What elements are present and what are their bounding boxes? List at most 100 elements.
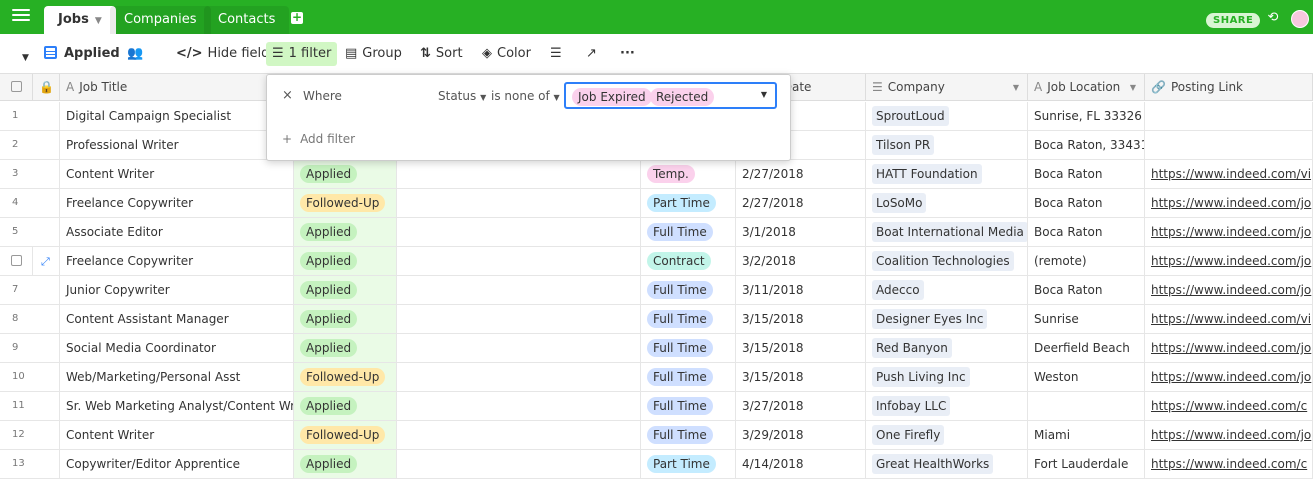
share-view-icon[interactable]: ↗ <box>582 42 601 66</box>
chevron-down-icon[interactable]: ▼ <box>1130 74 1136 101</box>
cell-posting-link[interactable]: https://www.indeed.com/vi <box>1145 305 1313 333</box>
share-button[interactable]: SHARE <box>1206 13 1261 28</box>
cell-notes[interactable] <box>397 218 641 246</box>
cell-type[interactable]: Full Time <box>641 334 736 362</box>
table-row[interactable]: 11 Sr. Web Marketing Analyst/Content Writ… <box>0 392 1313 421</box>
cell-job-title[interactable]: Copywriter/Editor Apprentice <box>60 450 294 478</box>
cell-notes[interactable] <box>397 334 641 362</box>
cell-job-location[interactable]: Deerfield Beach <box>1028 334 1145 362</box>
posting-link[interactable]: https://www.indeed.com/c <box>1151 399 1307 413</box>
cell-posting-link[interactable]: https://www.indeed.com/jo <box>1145 421 1313 449</box>
posting-link[interactable]: https://www.indeed.com/jo <box>1151 341 1311 355</box>
cell-job-location[interactable]: Boca Raton <box>1028 189 1145 217</box>
cell-job-title[interactable]: Junior Copywriter <box>60 276 294 304</box>
tab-companies[interactable]: Companies <box>110 6 211 34</box>
posting-link[interactable]: https://www.indeed.com/jo <box>1151 254 1311 268</box>
cell-type[interactable]: Full Time <box>641 363 736 391</box>
cell-company[interactable]: Tilson PR <box>866 131 1028 159</box>
row-checkbox[interactable] <box>0 247 33 275</box>
cell-notes[interactable] <box>397 189 641 217</box>
header-job-location[interactable]: A Job Location ▼ <box>1028 74 1145 101</box>
cell-company[interactable]: One Firefly <box>866 421 1028 449</box>
filter-field-select[interactable]: Status ▼ <box>438 89 486 103</box>
row-height-icon[interactable]: ☰ <box>546 42 566 66</box>
company-link[interactable]: Push Living Inc <box>872 367 970 387</box>
cell-job-title[interactable]: Freelance Copywriter <box>60 189 294 217</box>
company-link[interactable]: Designer Eyes Inc <box>872 309 988 329</box>
cell-company[interactable]: Coalition Technologies <box>866 247 1028 275</box>
cell-notes[interactable] <box>397 450 641 478</box>
cell-status[interactable]: Applied <box>294 392 397 420</box>
posting-link[interactable]: https://www.indeed.com/jo <box>1151 225 1311 239</box>
cell-job-location[interactable]: Boca Raton <box>1028 160 1145 188</box>
cell-type[interactable]: Full Time <box>641 218 736 246</box>
chevron-down-icon[interactable]: ▼ <box>95 16 102 26</box>
cell-job-title[interactable]: Professional Writer <box>60 131 294 159</box>
posting-link[interactable]: https://www.indeed.com/jo <box>1151 283 1311 297</box>
add-filter-button[interactable]: + Add filter <box>282 132 355 146</box>
cell-company[interactable]: SproutLoud <box>866 102 1028 130</box>
select-all-checkbox[interactable] <box>0 74 33 101</box>
cell-application-date[interactable]: 3/29/2018 <box>736 421 866 449</box>
company-link[interactable]: SproutLoud <box>872 106 949 126</box>
cell-application-date[interactable]: 3/27/2018 <box>736 392 866 420</box>
table-row[interactable]: 7 Junior Copywriter Applied Full Time 3/11/2… <box>0 276 1313 305</box>
table-row[interactable]: 8 Content Assistant Manager Applied Full Ti… <box>0 305 1313 334</box>
chevron-down-icon[interactable]: ▼ <box>18 46 33 70</box>
cell-application-date[interactable]: 3/1/2018 <box>736 218 866 246</box>
cell-job-title[interactable]: Content Writer <box>60 421 294 449</box>
cell-application-date[interactable]: 3/2/2018 <box>736 247 866 275</box>
cell-job-title[interactable]: Content Assistant Manager <box>60 305 294 333</box>
cell-notes[interactable] <box>397 160 641 188</box>
company-link[interactable]: Boat International Media <box>872 222 1027 242</box>
cell-status[interactable]: Followed-Up <box>294 189 397 217</box>
cell-type[interactable]: Temp. <box>641 160 736 188</box>
cell-notes[interactable] <box>397 276 641 304</box>
cell-job-location[interactable] <box>1028 392 1145 420</box>
cell-job-title[interactable]: Freelance Copywriter <box>60 247 294 275</box>
cell-type[interactable]: Contract <box>641 247 736 275</box>
cell-application-date[interactable]: 3/15/2018 <box>736 363 866 391</box>
cell-status[interactable]: Followed-Up <box>294 421 397 449</box>
cell-type[interactable]: Full Time <box>641 421 736 449</box>
cell-type[interactable]: Full Time <box>641 276 736 304</box>
cell-job-location[interactable]: Fort Lauderdale <box>1028 450 1145 478</box>
posting-link[interactable]: https://www.indeed.com/c <box>1151 457 1307 471</box>
company-link[interactable]: Great HealthWorks <box>872 454 994 474</box>
cell-type[interactable]: Part Time <box>641 450 736 478</box>
filter-value-pill[interactable]: Rejected <box>650 88 715 106</box>
cell-job-title[interactable]: Content Writer <box>60 160 294 188</box>
view-switcher[interactable]: Applied <box>40 42 124 66</box>
cell-job-title[interactable]: Associate Editor <box>60 218 294 246</box>
cell-notes[interactable] <box>397 305 641 333</box>
header-company[interactable]: ☰ Company ▼ <box>866 74 1028 101</box>
cell-company[interactable]: Adecco <box>866 276 1028 304</box>
group-button[interactable]: ▤ Group <box>341 42 406 66</box>
remove-filter-icon[interactable]: × <box>282 88 293 103</box>
cell-posting-link[interactable]: https://www.indeed.com/jo <box>1145 334 1313 362</box>
filter-operator-select[interactable]: is none of ▼ <box>491 89 560 103</box>
header-posting-link[interactable]: 🔗 Posting Link <box>1145 74 1313 101</box>
cell-job-title[interactable]: Social Media Coordinator <box>60 334 294 362</box>
cell-job-location[interactable]: (remote) <box>1028 247 1145 275</box>
cell-application-date[interactable]: 3/11/2018 <box>736 276 866 304</box>
tab-jobs[interactable]: Jobs ▼ <box>44 6 116 34</box>
cell-status[interactable]: Applied <box>294 450 397 478</box>
cell-posting-link[interactable]: https://www.indeed.com/jo <box>1145 189 1313 217</box>
cell-status[interactable]: Applied <box>294 218 397 246</box>
sort-button[interactable]: ⇅ Sort <box>416 42 467 66</box>
cell-job-location[interactable]: Boca Raton, 33431 <box>1028 131 1145 159</box>
filter-button[interactable]: ☰ 1 filter <box>266 42 338 66</box>
table-row[interactable]: 10 Web/Marketing/Personal Asst Followed-Up… <box>0 363 1313 392</box>
company-link[interactable]: Tilson PR <box>872 135 935 155</box>
cell-notes[interactable] <box>397 421 641 449</box>
cell-posting-link[interactable]: https://www.indeed.com/vi <box>1145 160 1313 188</box>
table-row[interactable]: 12 Content Writer Followed-Up Full Time 3/29… <box>0 421 1313 450</box>
avatar[interactable] <box>1291 10 1309 28</box>
more-options-icon[interactable]: ··· <box>616 42 639 66</box>
cell-job-location[interactable]: Sunrise, FL 33326 <box>1028 102 1145 130</box>
posting-link[interactable]: https://www.indeed.com/jo <box>1151 196 1311 210</box>
cell-application-date[interactable]: 3/15/2018 <box>736 305 866 333</box>
company-link[interactable]: LoSoMo <box>872 193 927 213</box>
table-row[interactable]: 5 Associate Editor Applied Full Time 3/1/201… <box>0 218 1313 247</box>
